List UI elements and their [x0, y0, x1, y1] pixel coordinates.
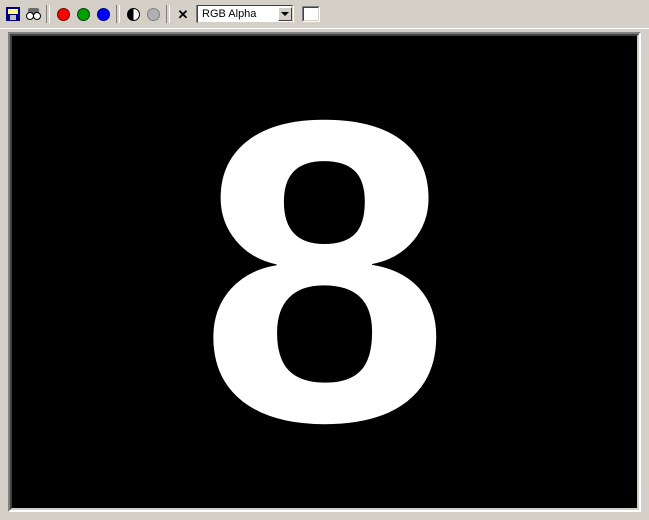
- render-viewport[interactable]: 8: [10, 34, 639, 510]
- toolbar-separator: [46, 5, 50, 23]
- zoom-button[interactable]: [24, 5, 42, 23]
- green-dot-icon: [77, 8, 90, 21]
- background-color-swatch[interactable]: [302, 6, 320, 22]
- swatch-color: [303, 7, 319, 21]
- contrast-button[interactable]: [124, 5, 142, 23]
- gray-dot-icon: [147, 8, 160, 21]
- contrast-icon: [127, 8, 140, 21]
- channel-blue-button[interactable]: [94, 5, 112, 23]
- clear-button[interactable]: ✕: [174, 5, 192, 23]
- channel-red-button[interactable]: [54, 5, 72, 23]
- toolbar-separator: [116, 5, 120, 23]
- monochrome-button[interactable]: [144, 5, 162, 23]
- toolbar: ✕ RGB Alpha: [0, 0, 649, 29]
- red-dot-icon: [57, 8, 70, 21]
- chevron-down-icon[interactable]: [278, 7, 292, 21]
- channel-mode-value: RGB Alpha: [198, 8, 278, 20]
- blue-dot-icon: [97, 8, 110, 21]
- channel-mode-dropdown[interactable]: RGB Alpha: [196, 5, 294, 23]
- viewport-frame: 8: [8, 32, 641, 512]
- close-icon: ✕: [178, 8, 189, 21]
- save-icon: [6, 7, 20, 21]
- save-button[interactable]: [4, 5, 22, 23]
- rendered-content: 8: [199, 57, 450, 487]
- channel-green-button[interactable]: [74, 5, 92, 23]
- toolbar-separator: [166, 5, 170, 23]
- binoculars-icon: [26, 8, 41, 20]
- render-window: ✕ RGB Alpha 8: [0, 0, 649, 520]
